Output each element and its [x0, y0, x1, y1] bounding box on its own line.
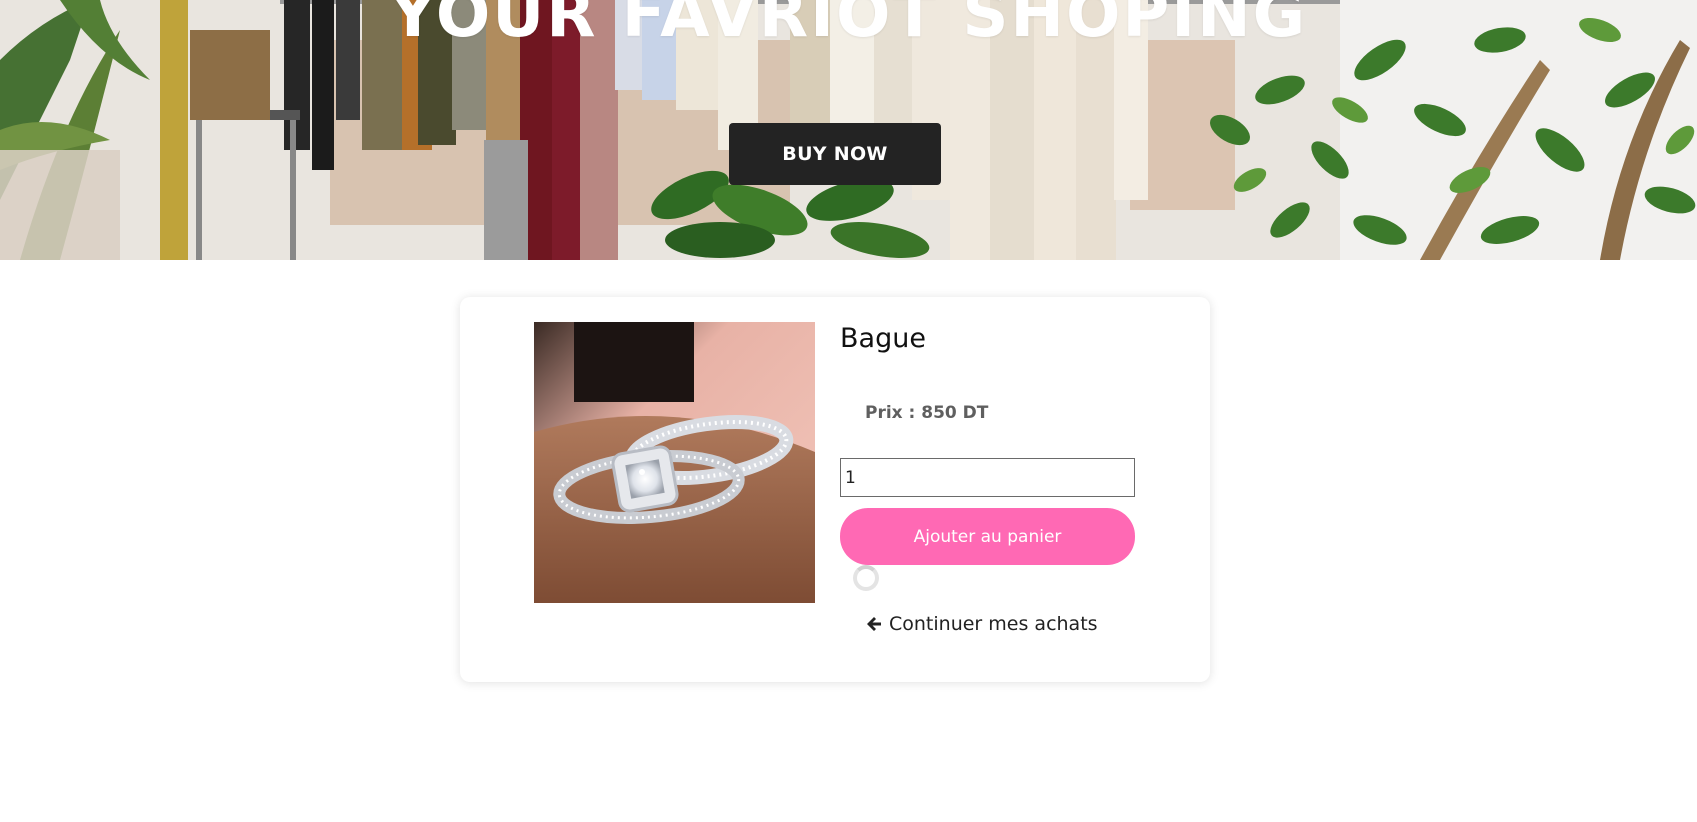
ring-photo: [534, 322, 815, 603]
continue-shopping-link[interactable]: Continuer mes achats: [865, 613, 1098, 635]
product-card: Bague Prix : 850 DT Ajouter au panier Co…: [460, 297, 1210, 682]
product-price: Prix : 850 DT: [865, 403, 989, 423]
arrow-left-icon: [865, 615, 883, 633]
quantity-input[interactable]: [840, 458, 1135, 497]
product-name: Bague: [840, 323, 926, 354]
product-image: [534, 322, 815, 603]
hero-title: YOUR FAVRIOT SHOPING: [389, 0, 1308, 52]
continue-shopping-label: Continuer mes achats: [889, 613, 1098, 635]
add-to-cart-button[interactable]: Ajouter au panier: [840, 508, 1135, 565]
buy-now-button[interactable]: BUY NOW: [729, 123, 941, 185]
loading-spinner-icon: [853, 565, 879, 591]
hero-banner: YOUR FAVRIOT SHOPING BUY NOW: [0, 0, 1697, 260]
